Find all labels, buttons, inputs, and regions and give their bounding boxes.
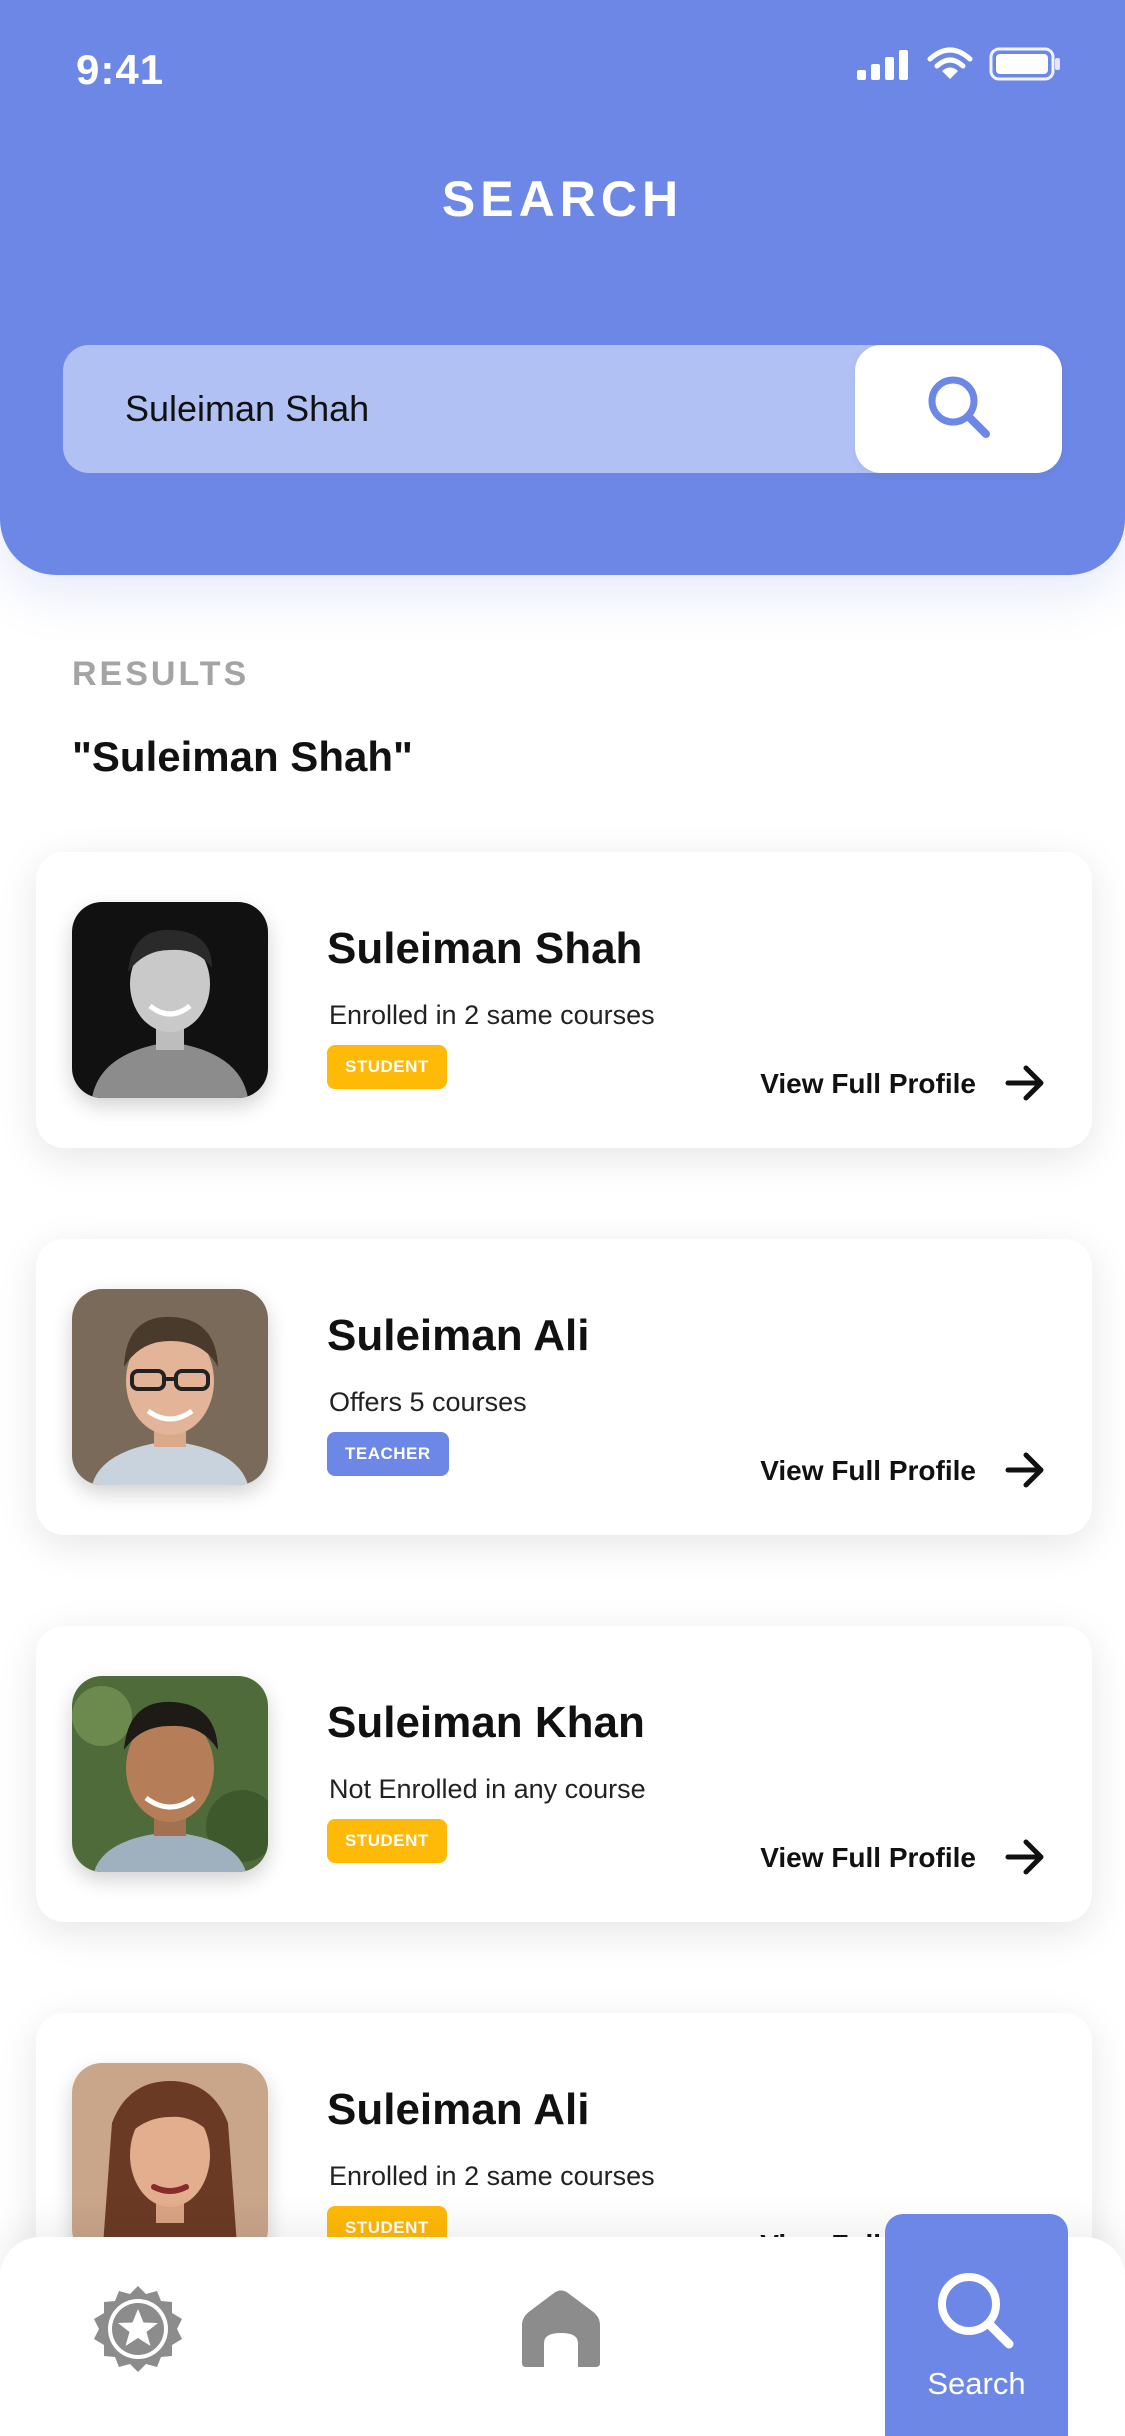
arrow-right-icon[interactable] — [1004, 1450, 1046, 1495]
search-input[interactable] — [125, 345, 845, 473]
nav-item-favorites[interactable] — [88, 2279, 188, 2384]
bottom-nav: Search — [0, 2214, 1125, 2436]
card-name: Suleiman Khan — [327, 1698, 645, 1747]
status-time: 9:41 — [76, 46, 165, 93]
battery-icon — [989, 47, 1061, 86]
card-subtitle: Enrolled in 2 same courses — [329, 1000, 655, 1030]
result-card[interactable]: Suleiman Khan Not Enrolled in any course… — [36, 1626, 1092, 1922]
avatar — [72, 902, 268, 1098]
role-badge: STUDENT — [327, 1045, 447, 1089]
view-full-profile-link[interactable]: View Full Profile — [760, 1455, 976, 1487]
nav-item-home[interactable] — [516, 2289, 606, 2374]
page-title: SEARCH — [441, 171, 684, 227]
role-badge: TEACHER — [327, 1432, 449, 1476]
card-name: Suleiman Ali — [327, 1311, 590, 1360]
result-card[interactable]: Suleiman Shah Enrolled in 2 same courses… — [36, 852, 1092, 1148]
view-full-profile-link[interactable]: View Full Profile — [760, 1842, 976, 1874]
avatar — [72, 1676, 268, 1872]
search-button[interactable] — [855, 345, 1062, 473]
results-query: "Suleiman Shah" — [72, 733, 413, 780]
card-subtitle: Enrolled in 2 same courses — [329, 2161, 655, 2191]
cellular-signal-icon — [857, 48, 911, 85]
home-icon — [516, 2290, 606, 2373]
card-subtitle: Not Enrolled in any course — [329, 1774, 646, 1804]
nav-item-label: Search — [927, 2366, 1026, 2401]
star-badge-icon — [88, 2286, 188, 2383]
search-bar — [63, 345, 1062, 473]
search-header: 9:41 SEARCH — [0, 0, 1125, 575]
search-icon — [933, 2268, 1019, 2359]
avatar — [72, 1289, 268, 1485]
nav-item-search[interactable]: Search — [885, 2214, 1068, 2436]
role-badge: STUDENT — [327, 1819, 447, 1863]
arrow-right-icon[interactable] — [1004, 1063, 1046, 1108]
wifi-icon — [927, 47, 973, 86]
view-full-profile-link[interactable]: View Full Profile — [760, 1068, 976, 1100]
card-subtitle: Offers 5 courses — [329, 1387, 527, 1417]
search-icon — [924, 372, 994, 447]
status-icons — [857, 46, 1061, 86]
results-label: RESULTS — [72, 655, 250, 693]
card-name: Suleiman Shah — [327, 924, 643, 973]
result-card[interactable]: Suleiman Ali Offers 5 courses TEACHER Vi… — [36, 1239, 1092, 1535]
avatar — [72, 2063, 268, 2259]
card-name: Suleiman Ali — [327, 2085, 590, 2134]
arrow-right-icon[interactable] — [1004, 1837, 1046, 1882]
